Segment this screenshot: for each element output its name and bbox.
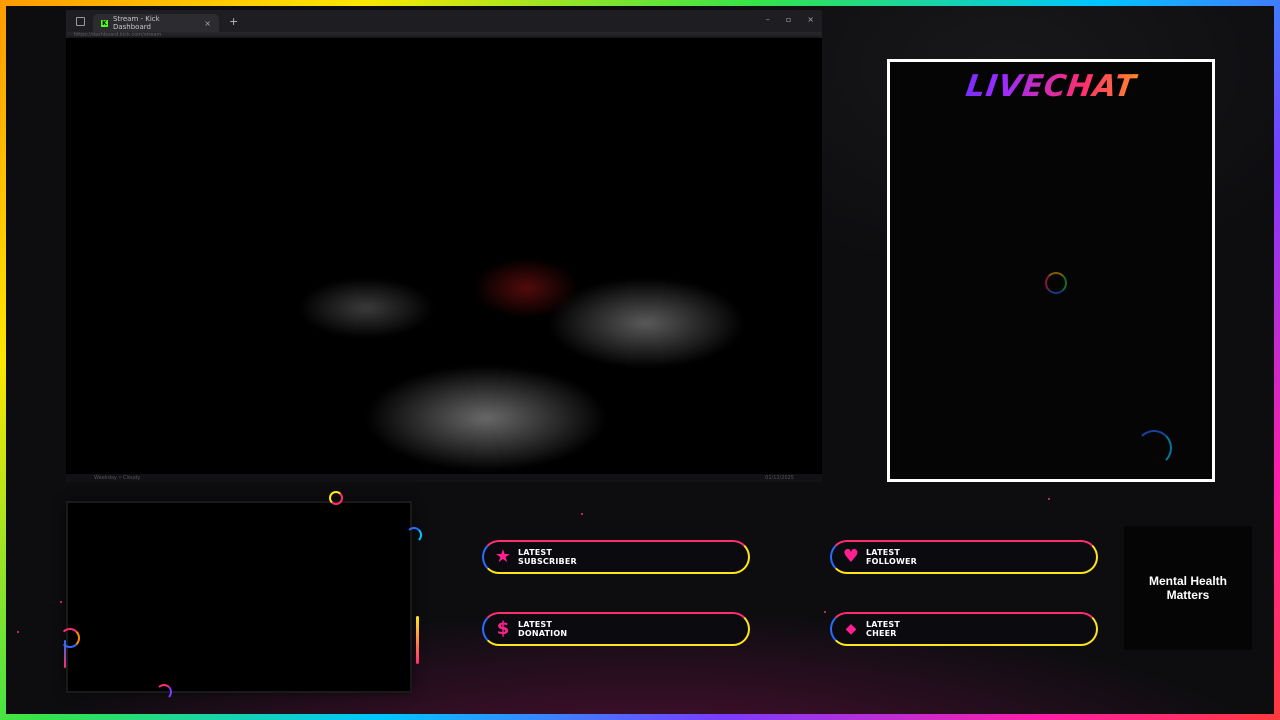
spark-dot: [581, 513, 583, 515]
minimize-icon[interactable]: –: [766, 15, 770, 24]
latest-follower-alert: ♥ LATEST FOLLOWER: [830, 540, 1098, 574]
loading-ring-icon: [1045, 272, 1067, 294]
latest-subscriber-alert: ★ LATEST SUBSCRIBER: [482, 540, 750, 574]
browser-window: K Stream - Kick Dashboard × + – ▫ × http…: [66, 10, 822, 482]
spark-dot: [824, 611, 826, 613]
mental-health-box: Mental Health Matters: [1124, 526, 1252, 650]
latest-cheer-alert: ◆ LATEST CHEER: [830, 612, 1098, 646]
kick-favicon-icon: K: [101, 19, 108, 27]
glow-bar: [416, 616, 419, 664]
heart-icon: ♥: [842, 546, 860, 567]
windows-taskbar: Weekday • Cloudy 01/12/2025: [66, 474, 822, 482]
taskbar-weather: Weekday • Cloudy: [94, 475, 141, 481]
browser-tab[interactable]: K Stream - Kick Dashboard ×: [93, 14, 219, 32]
star-icon: ★: [494, 546, 512, 567]
browser-tabbar: K Stream - Kick Dashboard × + – ▫ ×: [66, 10, 822, 32]
dollar-icon: $: [496, 618, 510, 639]
restore-icon[interactable]: ▫: [786, 15, 791, 24]
spark-dot: [1048, 498, 1050, 500]
glow-bar: [64, 640, 66, 668]
livechat-panel: LIVECHAT: [887, 59, 1215, 482]
ring-decoration-icon: [1136, 430, 1172, 466]
new-tab-button[interactable]: +: [229, 15, 238, 28]
latest-follower-label: LATEST FOLLOWER: [866, 548, 918, 566]
spark-dot: [17, 631, 19, 633]
ring-decoration-icon: [406, 527, 422, 543]
ring-decoration-icon: [60, 628, 80, 648]
latest-donation-alert: $ LATEST DONATION: [482, 612, 750, 646]
diamond-icon: ◆: [845, 621, 857, 637]
latest-subscriber-label: LATEST SUBSCRIBER: [518, 548, 577, 566]
webcam-frame: [68, 503, 410, 691]
ring-decoration-icon: [156, 684, 172, 700]
tab-title: Stream - Kick Dashboard: [112, 15, 160, 31]
latest-donation-label: LATEST DONATION: [518, 620, 568, 638]
blurred-stream-preview: [66, 38, 822, 474]
tab-close-icon[interactable]: ×: [204, 19, 211, 28]
livechat-title: LIVECHAT: [888, 69, 1215, 104]
ring-decoration-icon: [329, 491, 343, 505]
window-controls: – ▫ ×: [766, 15, 814, 24]
window-close-icon[interactable]: ×: [807, 15, 814, 24]
taskbar-clock: 01/12/2025: [765, 475, 794, 481]
tab-actions-icon[interactable]: [76, 16, 85, 26]
spark-dot: [60, 601, 62, 603]
latest-cheer-label: LATEST CHEER: [866, 620, 901, 638]
